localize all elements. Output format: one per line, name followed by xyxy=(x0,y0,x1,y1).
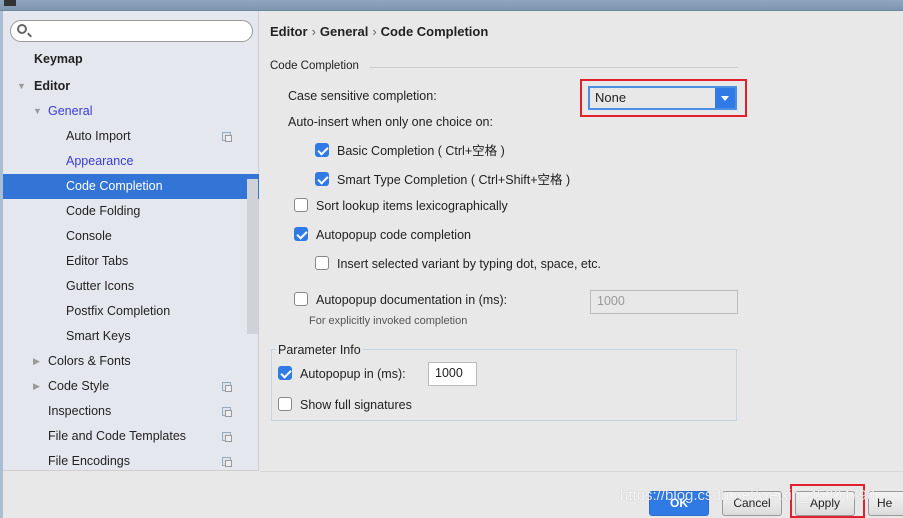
basic-completion-option[interactable]: Basic Completion ( Ctrl+空格 ) xyxy=(315,140,505,159)
expand-arrow-icon[interactable]: ▼ xyxy=(33,99,42,124)
project-scope-icon xyxy=(222,407,232,417)
case-sensitive-label: Case sensitive completion: xyxy=(288,89,437,103)
insert-selected-checkbox[interactable] xyxy=(315,256,329,270)
autopopup-doc-label: Autopopup documentation in (ms): xyxy=(316,293,508,307)
show-full-signatures-label: Show full signatures xyxy=(300,398,412,412)
sort-lookup-label: Sort lookup items lexicographically xyxy=(316,199,508,213)
breadcrumb-separator: › xyxy=(372,24,377,39)
help-button[interactable]: He xyxy=(868,491,903,516)
title-bar xyxy=(0,0,903,11)
sidebar-item-code-style[interactable]: ▶ Code Style xyxy=(3,374,259,399)
sidebar-item-label: Code Completion xyxy=(66,179,163,193)
project-scope-icon xyxy=(222,457,232,467)
sidebar-item-inspections[interactable]: Inspections xyxy=(3,399,259,424)
sidebar-item-postfix-completion[interactable]: Postfix Completion xyxy=(3,299,259,324)
sidebar-item-editor[interactable]: ▼ Editor xyxy=(3,74,259,99)
insert-selected-label: Insert selected variant by typing dot, s… xyxy=(337,257,602,271)
sidebar-item-appearance[interactable]: Appearance xyxy=(3,149,259,174)
sidebar-item-label: Gutter Icons xyxy=(66,279,135,293)
sidebar-item-gutter-icons[interactable]: Gutter Icons xyxy=(3,274,259,299)
app-icon xyxy=(4,0,16,6)
smart-type-completion-checkbox[interactable] xyxy=(315,172,329,186)
sidebar-item-general[interactable]: ▼ General xyxy=(3,99,259,124)
breadcrumb-item: General xyxy=(319,24,369,39)
autopopup-doc-input[interactable]: 1000 xyxy=(590,290,738,314)
dropdown-value: None xyxy=(595,90,627,105)
breadcrumb-item: Code Completion xyxy=(380,24,489,39)
basic-completion-checkbox[interactable] xyxy=(315,143,329,157)
sidebar-item-label: Console xyxy=(66,229,112,243)
show-full-signatures-option[interactable]: Show full signatures xyxy=(278,397,412,412)
sidebar-item-console[interactable]: Console xyxy=(3,224,259,249)
expand-arrow-icon[interactable]: ▼ xyxy=(17,74,26,99)
search-icon xyxy=(17,24,27,34)
chevron-down-icon[interactable] xyxy=(715,88,735,108)
collapse-arrow-icon[interactable]: ▶ xyxy=(33,374,40,399)
settings-sidebar: Keymap ▼ Editor ▼ General Auto Import Appearan… xyxy=(3,11,259,471)
breadcrumb-item: Editor xyxy=(270,24,308,39)
section-title: Code Completion xyxy=(270,60,359,72)
section-divider xyxy=(370,67,738,68)
project-scope-icon xyxy=(222,432,232,442)
sidebar-item-colors-fonts[interactable]: ▶ Colors & Fonts xyxy=(3,349,259,374)
collapse-arrow-icon[interactable]: ▶ xyxy=(33,349,40,374)
sidebar-item-code-completion[interactable]: Code Completion xyxy=(3,174,259,199)
sidebar-item-label: Code Folding xyxy=(66,204,141,218)
sidebar-item-label: Code Style xyxy=(48,379,110,393)
autopopup-code-label: Autopopup code completion xyxy=(316,228,471,242)
sidebar-item-auto-import[interactable]: Auto Import xyxy=(3,124,259,149)
breadcrumb-separator: › xyxy=(311,24,316,39)
parameter-info-title: Parameter Info xyxy=(276,343,363,357)
param-autopopup-checkbox[interactable] xyxy=(278,366,292,380)
sidebar-item-label: Colors & Fonts xyxy=(48,354,131,368)
case-sensitive-dropdown[interactable]: None xyxy=(588,86,737,110)
insert-selected-option[interactable]: Insert selected variant by typing dot, s… xyxy=(315,256,601,271)
auto-insert-label: Auto-insert when only one choice on: xyxy=(288,115,493,129)
autopopup-doc-hint: For explicitly invoked completion xyxy=(309,315,468,327)
settings-content: Editor › General › Code Completion Code Comp… xyxy=(260,11,903,471)
sidebar-item-label: Auto Import xyxy=(66,129,131,143)
autopopup-doc-checkbox[interactable] xyxy=(294,292,308,306)
param-autopopup-input[interactable]: 1000 xyxy=(428,362,477,386)
sidebar-item-label: Appearance xyxy=(66,154,134,168)
sidebar-item-label: Keymap xyxy=(34,52,83,66)
breadcrumb: Editor › General › Code Completion xyxy=(270,24,488,39)
sidebar-item-label: File and Code Templates xyxy=(48,429,187,443)
sidebar-item-label: Editor xyxy=(34,79,71,93)
sort-lookup-option[interactable]: Sort lookup items lexicographically xyxy=(294,198,508,213)
smart-type-completion-label: Smart Type Completion ( Ctrl+Shift+空格 ) xyxy=(337,173,571,187)
sidebar-item-editor-tabs[interactable]: Editor Tabs xyxy=(3,249,259,274)
show-full-signatures-checkbox[interactable] xyxy=(278,397,292,411)
apply-button[interactable]: Apply xyxy=(795,491,855,516)
sidebar-item-keymap[interactable]: Keymap xyxy=(3,47,259,72)
autopopup-code-checkbox[interactable] xyxy=(294,227,308,241)
search-input[interactable] xyxy=(10,20,253,42)
sidebar-item-label: Editor Tabs xyxy=(66,254,129,268)
param-autopopup-label: Autopopup in (ms): xyxy=(300,367,406,381)
sidebar-item-file-encodings[interactable]: File Encodings xyxy=(3,449,259,474)
autopopup-code-option[interactable]: Autopopup code completion xyxy=(294,227,471,242)
project-scope-icon xyxy=(222,382,232,392)
project-scope-icon xyxy=(222,132,232,142)
sidebar-item-label: Smart Keys xyxy=(66,329,131,343)
sidebar-item-code-folding[interactable]: Code Folding xyxy=(3,199,259,224)
autopopup-doc-option[interactable]: Autopopup documentation in (ms): xyxy=(294,292,507,307)
cancel-button[interactable]: Cancel xyxy=(722,491,782,516)
sidebar-item-file-and-code-templates[interactable]: File and Code Templates xyxy=(3,424,259,449)
ok-button[interactable]: OK xyxy=(649,491,709,516)
sidebar-item-label: General xyxy=(48,104,93,118)
sort-lookup-checkbox[interactable] xyxy=(294,198,308,212)
footer-divider xyxy=(260,471,903,472)
smart-type-completion-option[interactable]: Smart Type Completion ( Ctrl+Shift+空格 ) xyxy=(315,169,570,188)
basic-completion-label: Basic Completion ( Ctrl+空格 ) xyxy=(337,144,505,158)
sidebar-scrollbar[interactable] xyxy=(247,179,258,334)
sidebar-item-label: Inspections xyxy=(48,404,112,418)
sidebar-item-label: File Encodings xyxy=(48,454,130,468)
sidebar-item-label: Postfix Completion xyxy=(66,304,171,318)
param-autopopup-option[interactable]: Autopopup in (ms): xyxy=(278,366,406,381)
sidebar-item-smart-keys[interactable]: Smart Keys xyxy=(3,324,259,349)
